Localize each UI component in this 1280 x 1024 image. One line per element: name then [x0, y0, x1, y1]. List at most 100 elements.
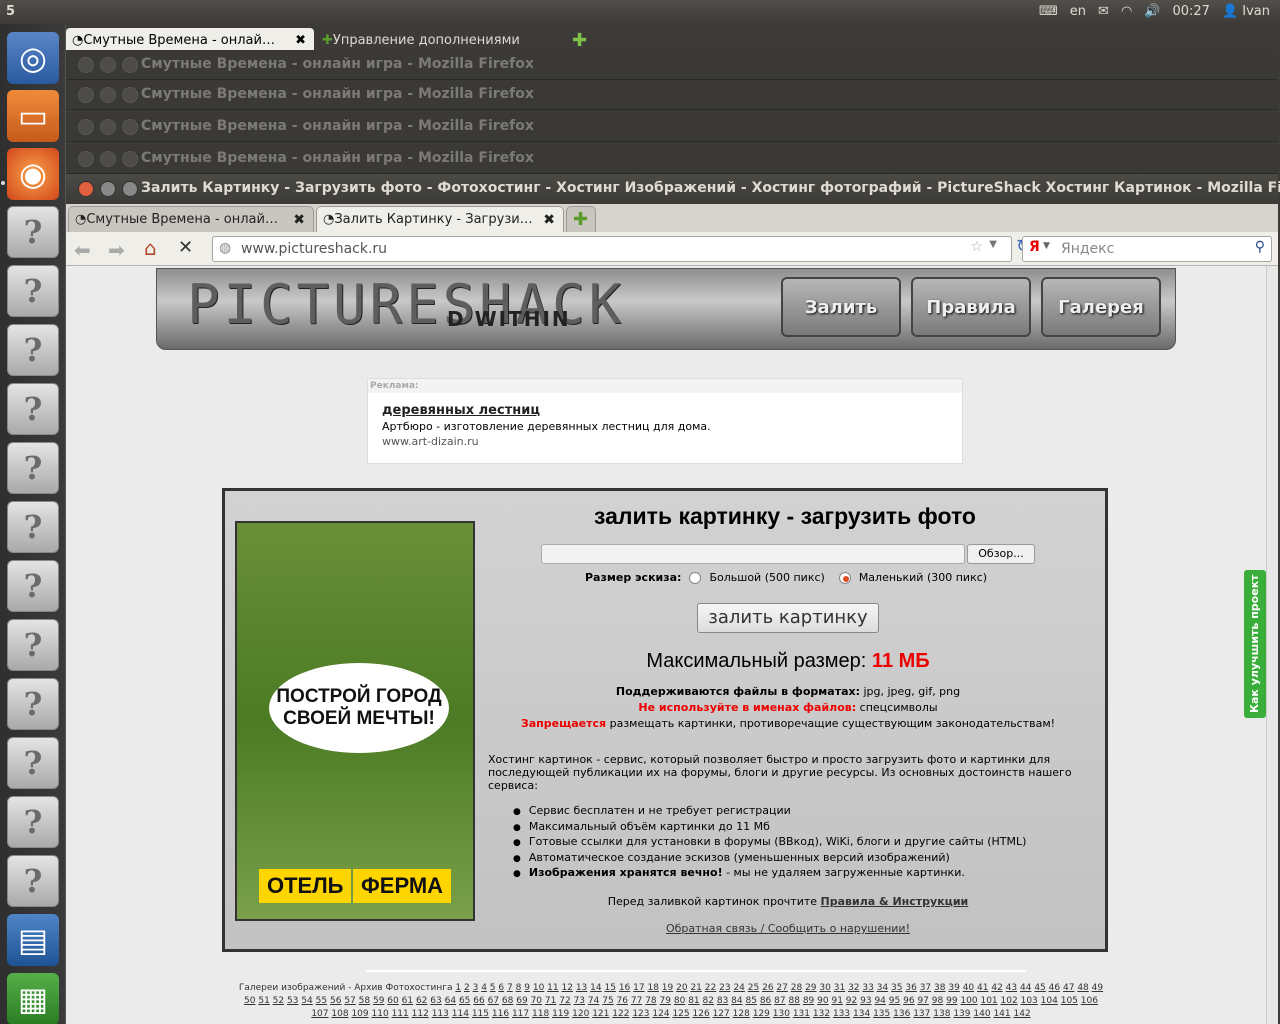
- gallery-page-link[interactable]: 127: [713, 1009, 730, 1019]
- nav-gallery-button[interactable]: Галерея: [1041, 277, 1161, 337]
- window-titlebar[interactable]: Залить Картинку - Загрузить фото - Фотох…: [66, 174, 1280, 204]
- gallery-page-link[interactable]: 72: [559, 996, 570, 1006]
- gallery-page-link[interactable]: 111: [392, 1009, 409, 1019]
- gallery-page-link[interactable]: 120: [572, 1009, 589, 1019]
- gallery-page-link[interactable]: 117: [512, 1009, 529, 1019]
- gallery-page-link[interactable]: 140: [973, 1009, 990, 1019]
- gallery-page-link[interactable]: 34: [877, 983, 888, 993]
- gallery-page-link[interactable]: 102: [1001, 996, 1018, 1006]
- gallery-page-link[interactable]: 21: [690, 983, 701, 993]
- gallery-page-link[interactable]: 88: [788, 996, 799, 1006]
- calc-icon[interactable]: ▦: [7, 973, 59, 1024]
- gallery-page-link[interactable]: 65: [459, 996, 470, 1006]
- gallery-page-link[interactable]: 76: [617, 996, 628, 1006]
- ad-title-link[interactable]: деревянных лестниц: [382, 403, 962, 418]
- gallery-page-link[interactable]: 96: [903, 996, 914, 1006]
- gallery-page-link[interactable]: 20: [676, 983, 687, 993]
- language-indicator[interactable]: en: [1070, 4, 1086, 19]
- file-input[interactable]: [541, 544, 965, 564]
- gallery-page-link[interactable]: 16: [619, 983, 630, 993]
- gallery-page-link[interactable]: 109: [351, 1009, 368, 1019]
- gallery-page-link[interactable]: 132: [813, 1009, 830, 1019]
- size-small-radio[interactable]: [838, 571, 851, 584]
- gallery-page-link[interactable]: 14: [590, 983, 601, 993]
- gallery-page-link[interactable]: 63: [430, 996, 441, 1006]
- gallery-page-link[interactable]: 112: [412, 1009, 429, 1019]
- gallery-page-link[interactable]: 135: [873, 1009, 890, 1019]
- gallery-page-link[interactable]: 10: [533, 983, 544, 993]
- close-tab-icon[interactable]: ✖: [293, 212, 305, 228]
- gallery-page-link[interactable]: 131: [793, 1009, 810, 1019]
- gallery-page-link[interactable]: 15: [604, 983, 615, 993]
- stacked-window[interactable]: Смутные Времена - онлайн игра - Mozilla …: [66, 80, 1278, 110]
- unknown-app-icon[interactable]: ?: [7, 442, 59, 494]
- home-icon[interactable]: ⌂: [144, 236, 157, 260]
- gallery-page-link[interactable]: 104: [1041, 996, 1058, 1006]
- gallery-page-link[interactable]: 80: [674, 996, 685, 1006]
- gallery-page-link[interactable]: 8: [516, 983, 522, 993]
- scrollbar[interactable]: [1266, 266, 1278, 1024]
- gallery-page-link[interactable]: 106: [1081, 996, 1098, 1006]
- writer-icon[interactable]: ▤: [7, 914, 59, 966]
- gallery-page-link[interactable]: 55: [316, 996, 327, 1006]
- unknown-app-icon[interactable]: ?: [7, 678, 59, 730]
- nav-rules-button[interactable]: Правила: [911, 277, 1031, 337]
- gallery-page-link[interactable]: 59: [373, 996, 384, 1006]
- gallery-page-link[interactable]: 77: [631, 996, 642, 1006]
- upload-submit-button[interactable]: залить картинку: [697, 603, 879, 633]
- unknown-app-icon[interactable]: ?: [7, 796, 59, 848]
- gallery-page-link[interactable]: 28: [791, 983, 802, 993]
- gallery-page-link[interactable]: 17: [633, 983, 644, 993]
- gallery-page-link[interactable]: 85: [746, 996, 757, 1006]
- gallery-page-link[interactable]: 99: [946, 996, 957, 1006]
- gallery-page-link[interactable]: 51: [258, 996, 269, 1006]
- gallery-page-link[interactable]: 70: [531, 996, 542, 1006]
- unknown-app-icon[interactable]: ?: [7, 383, 59, 435]
- gallery-page-link[interactable]: 23: [719, 983, 730, 993]
- workspace-indicator[interactable]: 5: [6, 4, 15, 19]
- browser-tab-active[interactable]: ◔ Залить Картинку - Загрузи… ✖: [316, 206, 564, 232]
- search-input[interactable]: Я ▼ Яндекс ⚲: [1022, 236, 1272, 262]
- gallery-page-link[interactable]: 67: [488, 996, 499, 1006]
- dropdown-icon[interactable]: ▼: [989, 239, 997, 250]
- volume-icon[interactable]: 🔊: [1144, 4, 1160, 19]
- gallery-page-link[interactable]: 126: [693, 1009, 710, 1019]
- gallery-page-link[interactable]: 60: [387, 996, 398, 1006]
- mail-icon[interactable]: ✉: [1098, 4, 1109, 19]
- maximize-window-button[interactable]: [122, 181, 138, 197]
- gallery-page-link[interactable]: 123: [632, 1009, 649, 1019]
- gallery-page-link[interactable]: 71: [545, 996, 556, 1006]
- gallery-page-link[interactable]: 75: [602, 996, 613, 1006]
- gallery-page-link[interactable]: 107: [311, 1009, 328, 1019]
- gallery-page-link[interactable]: 1: [455, 983, 461, 993]
- gallery-page-link[interactable]: 4: [481, 983, 487, 993]
- user-menu[interactable]: 👤 Ivan: [1222, 4, 1270, 19]
- gallery-page-link[interactable]: 124: [652, 1009, 669, 1019]
- firefox-icon[interactable]: ◉: [7, 148, 59, 200]
- gallery-page-link[interactable]: 68: [502, 996, 513, 1006]
- gallery-page-link[interactable]: 61: [402, 996, 413, 1006]
- gallery-page-link[interactable]: 46: [1049, 983, 1060, 993]
- gallery-page-link[interactable]: 105: [1061, 996, 1078, 1006]
- gallery-page-link[interactable]: 128: [733, 1009, 750, 1019]
- gallery-page-link[interactable]: 136: [893, 1009, 910, 1019]
- gallery-page-link[interactable]: 122: [612, 1009, 629, 1019]
- gallery-page-link[interactable]: 35: [891, 983, 902, 993]
- gallery-page-link[interactable]: 130: [773, 1009, 790, 1019]
- gallery-page-link[interactable]: 29: [805, 983, 816, 993]
- gallery-page-link[interactable]: 54: [301, 996, 312, 1006]
- dropdown-icon[interactable]: ▼: [1043, 241, 1050, 251]
- gallery-page-link[interactable]: 83: [717, 996, 728, 1006]
- gallery-page-link[interactable]: 66: [473, 996, 484, 1006]
- keyboard-icon[interactable]: ⌨: [1039, 4, 1058, 19]
- gallery-page-link[interactable]: 26: [762, 983, 773, 993]
- gallery-page-link[interactable]: 2: [464, 983, 470, 993]
- gallery-page-link[interactable]: 43: [1006, 983, 1017, 993]
- gallery-page-link[interactable]: 13: [576, 983, 587, 993]
- forward-icon[interactable]: ➡: [108, 238, 125, 262]
- gallery-page-link[interactable]: 137: [913, 1009, 930, 1019]
- gallery-page-link[interactable]: 50: [244, 996, 255, 1006]
- url-bar[interactable]: ◍ www.pictureshack.ru ☆ ▼: [212, 236, 1012, 262]
- gallery-page-link[interactable]: 92: [846, 996, 857, 1006]
- gallery-page-link[interactable]: 45: [1034, 983, 1045, 993]
